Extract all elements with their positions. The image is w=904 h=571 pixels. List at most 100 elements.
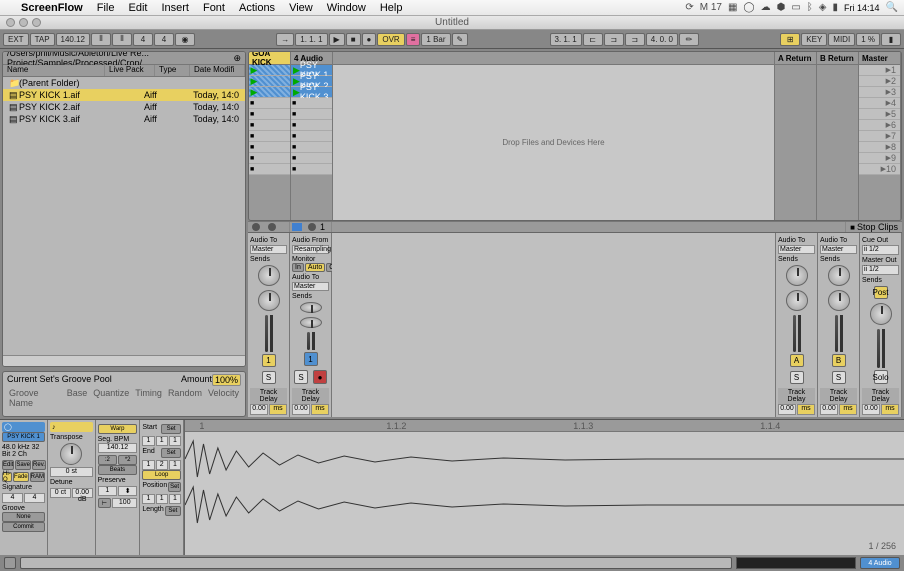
clip-play-icon[interactable]: ▶ [250,88,258,96]
follow-icon[interactable]: → [276,33,294,46]
tempo-field[interactable]: 140.12 [56,33,90,46]
start-field[interactable]: 1 [142,436,154,446]
adobe-icon[interactable]: M 17 [700,2,722,13]
clip-slot[interactable]: ■ [291,98,332,109]
clip-slot[interactable]: ■ [249,164,290,175]
key-map-button[interactable]: ⊞ [780,33,800,46]
end-field[interactable]: 1 [142,460,154,470]
draw-icon[interactable]: ✏ [679,33,699,46]
clip-slot[interactable]: ■ [291,131,332,142]
scene-slot[interactable]: ▶ 4 [859,98,900,109]
menu-actions[interactable]: Actions [232,2,282,14]
warp-mode-select[interactable]: Beats [98,465,138,475]
status-dot-icon[interactable] [308,223,316,231]
track-header[interactable]: GOA KICK [249,52,290,65]
play-button[interactable]: ▶ [329,33,345,46]
pos-field[interactable]: 1 [156,494,168,504]
bar-field[interactable]: 1 Bar [421,33,450,46]
track-activator[interactable]: B [832,354,846,367]
sig-den[interactable]: 4 [154,33,174,46]
delay-field[interactable]: 0.00 [778,404,796,415]
clip-slot[interactable]: ■ [291,153,332,164]
scene-slot[interactable]: ▶ 10 [859,164,900,175]
ms-button[interactable]: ms [269,404,287,415]
ms-button[interactable]: ms [881,404,899,415]
solo-button[interactable]: S [790,371,804,384]
clip-slot[interactable]: ■ [249,153,290,164]
master-header[interactable]: Master [859,52,900,65]
clip-slot[interactable]: ■ [249,98,290,109]
clip-slot[interactable]: ■ [249,120,290,131]
start-field[interactable]: 1 [156,436,168,446]
scene-slot[interactable]: ▶ 2 [859,76,900,87]
audio-from-select[interactable]: Resampling [292,245,329,254]
master-out-select[interactable]: ii 1/2 [862,265,899,275]
solo-button[interactable]: Solo [874,370,888,384]
sample-tab[interactable]: ♪ [50,422,93,432]
stop-button[interactable]: ■ [346,33,361,46]
pan-knob[interactable] [258,290,280,311]
menu-font[interactable]: Font [196,2,232,14]
cloud-icon[interactable]: ☁ [761,2,771,13]
send-knob[interactable] [300,302,322,313]
pan-knob[interactable] [786,290,808,311]
clip-slot[interactable]: ■ [291,164,332,175]
sync-icon[interactable]: ⟳ [685,2,693,13]
fade-button[interactable]: Fade [13,472,29,482]
clip-slot[interactable]: ■ [291,142,332,153]
warp-button[interactable]: Warp [98,424,138,434]
clip-name-field[interactable]: PSY KICK 1 [2,432,45,442]
commit-button[interactable]: Commit [2,522,45,532]
browser-scrollbar[interactable] [3,355,245,366]
start-field[interactable]: 1 [169,436,181,446]
nudge-up-icon[interactable]: ⦀ [112,33,132,46]
clip-slot[interactable]: ■ [291,109,332,120]
set-start-button[interactable]: Set [161,424,181,434]
displays-icon[interactable]: ▭ [791,2,800,13]
tr-icon[interactable]: ⊢ [98,498,112,508]
clock[interactable]: Fri 14:14 [844,3,880,13]
clip-play-icon[interactable]: ▶ [293,77,300,85]
scene-slot[interactable]: ▶ 6 [859,120,900,131]
battery-icon[interactable]: ▮ [833,2,839,13]
track-activator[interactable]: 1 [262,354,276,367]
clip[interactable]: ▶PSY KICK 3 [291,87,332,98]
cue-out-select[interactable]: ii 1/2 [862,245,899,255]
send-knob[interactable] [828,265,850,286]
loop-start[interactable]: 3. 1. 1 [550,33,582,46]
col-type[interactable]: Type [155,65,190,76]
dropbox-icon[interactable]: ⬢ [777,2,786,13]
tablet-icon[interactable]: ▦ [728,2,737,13]
overview-minimap[interactable] [736,557,856,569]
track-activator[interactable]: A [790,354,804,367]
punch-in-icon[interactable]: ⊏ [583,33,603,46]
scene-slot[interactable]: ▶ 1 [859,65,900,76]
col-date[interactable]: Date Modifi [190,65,245,76]
volume-fader[interactable] [835,315,838,352]
double-button[interactable]: *2 [118,455,137,465]
ext-button[interactable]: EXT [3,33,29,46]
delay-field[interactable]: 0.00 [250,404,268,415]
end-field[interactable]: 1 [169,460,181,470]
status-dot-icon[interactable] [252,223,260,231]
browser-path[interactable]: /Users/phil/Music/Ableton/Live Re... Pro… [3,52,245,65]
menu-view[interactable]: View [282,2,320,14]
ms-button[interactable]: ms [311,404,329,415]
preserve-field2[interactable]: ⬍ [118,486,137,496]
path-chevron-icon[interactable]: ⊕ [233,53,241,64]
groove-select[interactable]: None [2,512,45,522]
circle-icon[interactable]: ◯ [743,2,754,13]
scene-slot[interactable]: ▶ 9 [859,153,900,164]
edit-button[interactable]: Edit [2,460,14,470]
track-activator[interactable]: 1 [304,352,318,366]
clip-play-icon[interactable]: ▶ [250,77,258,85]
col-livepack[interactable]: Live Pack [105,65,155,76]
scene-slot[interactable]: ▶ 8 [859,142,900,153]
file-row[interactable]: ▤ PSY KICK 2.aif Aiff Today, 14:0 [3,101,245,113]
status-dot-icon[interactable] [268,223,276,231]
metronome-icon[interactable]: ◉ [175,33,195,46]
pan-knob[interactable] [828,290,850,311]
key-button[interactable]: KEY [801,33,827,46]
clip-play-icon[interactable]: ▶ [293,88,300,96]
wifi-icon[interactable]: ◈ [819,2,827,13]
